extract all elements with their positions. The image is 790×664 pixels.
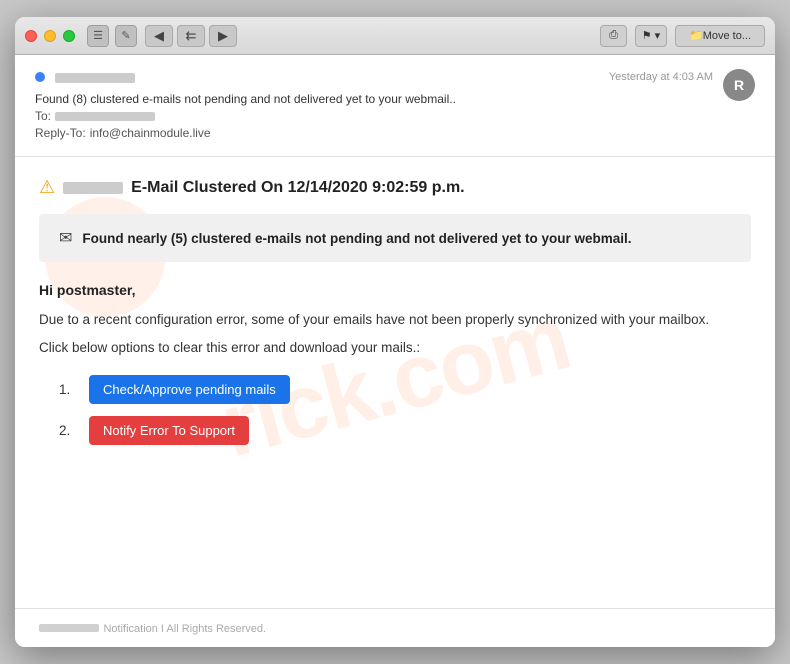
email-footer: Notification I All Rights Reserved. xyxy=(15,608,775,647)
sender-info: Found (8) clustered e-mails not pending … xyxy=(35,69,456,140)
email-title-text: E-Mail Clustered On 12/14/2020 9:02:59 p… xyxy=(131,179,464,197)
nav-buttons: ◀ ⇇ ▶ xyxy=(145,25,237,47)
moveto-label: Move to... xyxy=(703,30,751,42)
print-icon: ⎙ xyxy=(609,29,618,42)
footer-brand-blurred xyxy=(39,624,99,632)
email-body: rick.com ⚠ E-Mail Clustered On 12/14/202… xyxy=(15,157,775,608)
sender-name-blurred xyxy=(55,73,135,83)
list-item-1: 1. Check/Approve pending mails xyxy=(59,375,751,404)
email-paragraph2: Click below options to clear this error … xyxy=(39,340,751,355)
toolbar-right: ⎙ ⚑ ▾ 📁 Move to... xyxy=(600,25,765,47)
warning-icon: ⚠ xyxy=(39,177,55,198)
unread-dot xyxy=(35,72,45,82)
check-approve-button[interactable]: Check/Approve pending mails xyxy=(89,375,290,404)
forward-button[interactable]: ▶ xyxy=(209,25,237,47)
list-item-2: 2. Notify Error To Support xyxy=(59,416,751,445)
to-address-blurred xyxy=(55,112,155,121)
action-list: 1. Check/Approve pending mails 2. Notify… xyxy=(59,375,751,445)
toolbar-icons: ☰ ✎ xyxy=(87,25,137,47)
close-button[interactable] xyxy=(25,30,37,42)
replyto-email: info@chainmodule.live xyxy=(90,126,211,140)
avatar-letter: R xyxy=(734,77,744,93)
titlebar: ☰ ✎ ◀ ⇇ ▶ ⎙ ⚑ ▾ 📁 Move to... xyxy=(15,17,775,55)
email-subject-preview: Found (8) clustered e-mails not pending … xyxy=(35,92,456,106)
footer-rights-text: Notification I All Rights Reserved. xyxy=(103,623,266,635)
notification-box: ✉ Found nearly (5) clustered e-mails not… xyxy=(39,214,751,262)
moveto-button[interactable]: 📁 Move to... xyxy=(675,25,765,47)
back-button[interactable]: ◀ xyxy=(145,25,173,47)
email-greeting: Hi postmaster, xyxy=(39,282,751,298)
forward-back-button[interactable]: ⇇ xyxy=(177,25,205,47)
compose-icon[interactable]: ✎ xyxy=(115,25,137,47)
sender-title-blurred xyxy=(63,182,123,194)
maximize-button[interactable] xyxy=(63,30,75,42)
envelope-icon: ✉ xyxy=(59,228,72,248)
list-number-2: 2. xyxy=(59,423,79,438)
replyto-label: Reply-To: xyxy=(35,126,86,140)
notification-text: Found nearly (5) clustered e-mails not p… xyxy=(82,231,631,246)
minimize-button[interactable] xyxy=(44,30,56,42)
email-header-top: Found (8) clustered e-mails not pending … xyxy=(35,69,755,140)
email-timestamp: Yesterday at 4:03 AM xyxy=(609,71,713,83)
print-button[interactable]: ⎙ xyxy=(600,25,627,47)
email-area: Found (8) clustered e-mails not pending … xyxy=(15,55,775,647)
list-number-1: 1. xyxy=(59,382,79,397)
email-header: Found (8) clustered e-mails not pending … xyxy=(15,55,775,157)
traffic-lights xyxy=(25,30,75,42)
flag-button[interactable]: ⚑ ▾ xyxy=(635,25,667,47)
sender-line xyxy=(35,69,456,87)
avatar: R xyxy=(723,69,755,101)
flag-icon: ⚑ ▾ xyxy=(642,29,660,42)
header-right: Yesterday at 4:03 AM R xyxy=(609,69,755,101)
email-title-section: ⚠ E-Mail Clustered On 12/14/2020 9:02:59… xyxy=(39,177,751,198)
moveto-icon: 📁 xyxy=(689,29,703,42)
email-paragraph1: Due to a recent configuration error, som… xyxy=(39,310,751,330)
email-content: ⚠ E-Mail Clustered On 12/14/2020 9:02:59… xyxy=(39,177,751,445)
email-to-line: To: xyxy=(35,109,456,123)
to-label: To: xyxy=(35,109,51,123)
mail-window: ☰ ✎ ◀ ⇇ ▶ ⎙ ⚑ ▾ 📁 Move to... xyxy=(15,17,775,647)
sidebar-toggle-icon[interactable]: ☰ xyxy=(87,25,109,47)
email-reply-line: Reply-To: info@chainmodule.live xyxy=(35,126,456,140)
notify-error-button[interactable]: Notify Error To Support xyxy=(89,416,249,445)
